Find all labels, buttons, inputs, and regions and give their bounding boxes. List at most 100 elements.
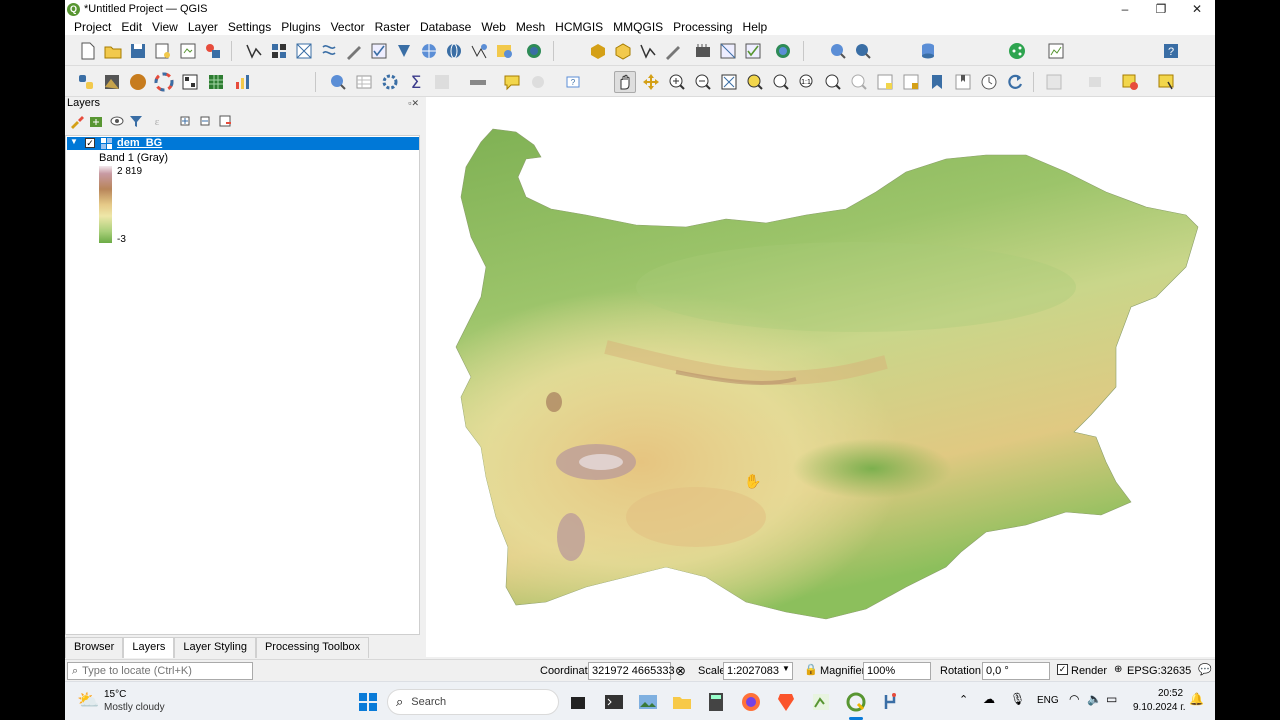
zoom-out-icon[interactable] bbox=[692, 71, 714, 93]
clock-time[interactable]: 20:52 bbox=[1158, 688, 1183, 699]
git-tool-icon[interactable] bbox=[880, 691, 902, 713]
tab-layers[interactable]: Layers bbox=[123, 637, 175, 658]
calculator-icon[interactable] bbox=[705, 691, 727, 713]
zoom-full-icon[interactable] bbox=[718, 71, 740, 93]
menu-layer[interactable]: Layer bbox=[183, 20, 223, 34]
menu-raster[interactable]: Raster bbox=[370, 20, 415, 34]
terminal-icon[interactable] bbox=[603, 691, 625, 713]
crs-label[interactable]: EPSG:32635 bbox=[1127, 665, 1191, 677]
weather-temp[interactable]: 15°C bbox=[104, 689, 126, 700]
grid-plugin-icon[interactable] bbox=[205, 71, 227, 93]
profile-tool-icon[interactable] bbox=[1045, 40, 1067, 62]
text-annotation-icon[interactable]: ? bbox=[562, 71, 584, 93]
remove-layer-icon[interactable] bbox=[217, 113, 233, 129]
qrcode-icon[interactable] bbox=[179, 71, 201, 93]
select-clear-icon[interactable] bbox=[1119, 71, 1141, 93]
panel-float-close-icon[interactable]: ▫✕ bbox=[408, 98, 419, 109]
add-wfs-icon[interactable] bbox=[418, 40, 440, 62]
taskbar-search[interactable]: ⌕ Search bbox=[387, 689, 559, 715]
add-group-icon[interactable] bbox=[88, 113, 104, 129]
open-project-icon[interactable] bbox=[102, 40, 124, 62]
minimize-button[interactable]: – bbox=[1107, 0, 1143, 18]
qgis-app-2-icon[interactable] bbox=[810, 691, 832, 713]
layer-name[interactable]: dem_BG bbox=[117, 137, 162, 149]
start-windows-icon[interactable] bbox=[357, 691, 379, 713]
wifi-icon[interactable]: ◠ bbox=[1069, 692, 1079, 706]
add-vector-icon[interactable] bbox=[243, 40, 265, 62]
clock-date[interactable]: 9.10.2024 г. bbox=[1133, 702, 1185, 713]
add-arcgis-icon[interactable] bbox=[493, 40, 515, 62]
close-button[interactable]: ✕ bbox=[1179, 0, 1215, 18]
add-wms-icon[interactable] bbox=[368, 40, 390, 62]
new-map-view-icon[interactable] bbox=[874, 71, 896, 93]
add-raster-icon[interactable] bbox=[268, 40, 290, 62]
map-tips-icon[interactable] bbox=[501, 71, 523, 93]
add-virtual-layer-icon[interactable] bbox=[393, 40, 415, 62]
qgis-taskbar-icon[interactable] bbox=[845, 691, 867, 713]
color-wheel-icon[interactable] bbox=[153, 71, 175, 93]
menu-view[interactable]: View bbox=[147, 20, 183, 34]
maximize-button[interactable]: ❐ bbox=[1143, 0, 1179, 18]
zoom-selection-icon[interactable] bbox=[744, 71, 766, 93]
map-canvas[interactable]: ✋ bbox=[426, 97, 1215, 657]
volume-icon[interactable]: 🔈 bbox=[1087, 692, 1102, 706]
new-project-icon[interactable] bbox=[77, 40, 99, 62]
zoom-layer-icon[interactable] bbox=[770, 71, 792, 93]
firefox-icon[interactable] bbox=[740, 691, 762, 713]
tab-browser[interactable]: Browser bbox=[65, 637, 124, 658]
db-manager-icon[interactable] bbox=[917, 40, 939, 62]
check-geometry-icon[interactable] bbox=[742, 40, 764, 62]
add-xyz-icon[interactable] bbox=[468, 40, 490, 62]
weather-icon[interactable]: ⛅ bbox=[77, 690, 99, 711]
menu-project[interactable]: Project bbox=[69, 20, 116, 34]
visibility-eye-icon[interactable] bbox=[109, 113, 125, 129]
metasearch-2-icon[interactable] bbox=[852, 40, 874, 62]
pan-to-selection-icon[interactable] bbox=[640, 71, 662, 93]
zoom-in-icon[interactable] bbox=[666, 71, 688, 93]
magnifier-field[interactable]: 100% bbox=[863, 662, 931, 680]
pan-hand-icon[interactable] bbox=[614, 71, 636, 93]
zoom-last-icon[interactable] bbox=[822, 71, 844, 93]
new-virtual-icon[interactable] bbox=[692, 40, 714, 62]
metasearch-icon[interactable] bbox=[827, 40, 849, 62]
locator-input[interactable] bbox=[82, 665, 243, 677]
collapse-all-icon[interactable] bbox=[197, 113, 213, 129]
layer-row-dem-bg[interactable]: ▼ ✓ dem_BG bbox=[67, 137, 419, 150]
menu-vector[interactable]: Vector bbox=[326, 20, 370, 34]
menu-processing[interactable]: Processing bbox=[668, 20, 737, 34]
brave-icon[interactable] bbox=[775, 691, 797, 713]
select-by-value-icon[interactable] bbox=[1155, 71, 1177, 93]
python-console-icon[interactable] bbox=[75, 71, 97, 93]
coordinate-field[interactable]: 321972 4665333 bbox=[588, 662, 675, 680]
statistics-plugin-icon[interactable] bbox=[231, 71, 253, 93]
tab-processing-toolbox[interactable]: Processing Toolbox bbox=[255, 637, 370, 658]
temporal-controller-icon[interactable] bbox=[978, 71, 1000, 93]
add-mesh-icon[interactable] bbox=[293, 40, 315, 62]
locator-box[interactable]: ⌕ bbox=[67, 662, 253, 680]
menu-web[interactable]: Web bbox=[476, 20, 510, 34]
web-globe-icon[interactable] bbox=[772, 40, 794, 62]
menu-mesh[interactable]: Mesh bbox=[511, 20, 550, 34]
language-indicator[interactable]: ENG bbox=[1037, 695, 1059, 706]
filter-icon[interactable] bbox=[128, 113, 144, 129]
weather-desc[interactable]: Mostly cloudy bbox=[104, 702, 165, 713]
digitize-icon[interactable] bbox=[343, 40, 365, 62]
file-explorer-icon[interactable] bbox=[671, 691, 693, 713]
layer-visibility-checkbox[interactable]: ✓ bbox=[85, 138, 95, 148]
menu-edit[interactable]: Edit bbox=[116, 20, 147, 34]
hillshade-icon[interactable] bbox=[101, 71, 123, 93]
add-wcs-icon[interactable] bbox=[443, 40, 465, 62]
crs-globe-icon[interactable]: ⊕ bbox=[1114, 664, 1122, 675]
menu-database[interactable]: Database bbox=[415, 20, 476, 34]
menu-help[interactable]: Help bbox=[738, 20, 773, 34]
menu-hcmgis[interactable]: HCMGIS bbox=[550, 20, 608, 34]
new-shapefile-icon[interactable] bbox=[612, 40, 634, 62]
attribute-table-icon[interactable] bbox=[353, 71, 375, 93]
messages-icon[interactable]: 💬 bbox=[1198, 663, 1212, 676]
menu-settings[interactable]: Settings bbox=[223, 20, 276, 34]
task-view-icon[interactable] bbox=[567, 691, 589, 713]
notification-bell-icon[interactable]: 🔔 bbox=[1189, 692, 1204, 706]
collapse-arrow-icon[interactable]: ▼ bbox=[70, 137, 78, 146]
crs-toggle-icon[interactable]: ⊗ bbox=[675, 663, 686, 679]
bookmark-icon[interactable] bbox=[926, 71, 948, 93]
